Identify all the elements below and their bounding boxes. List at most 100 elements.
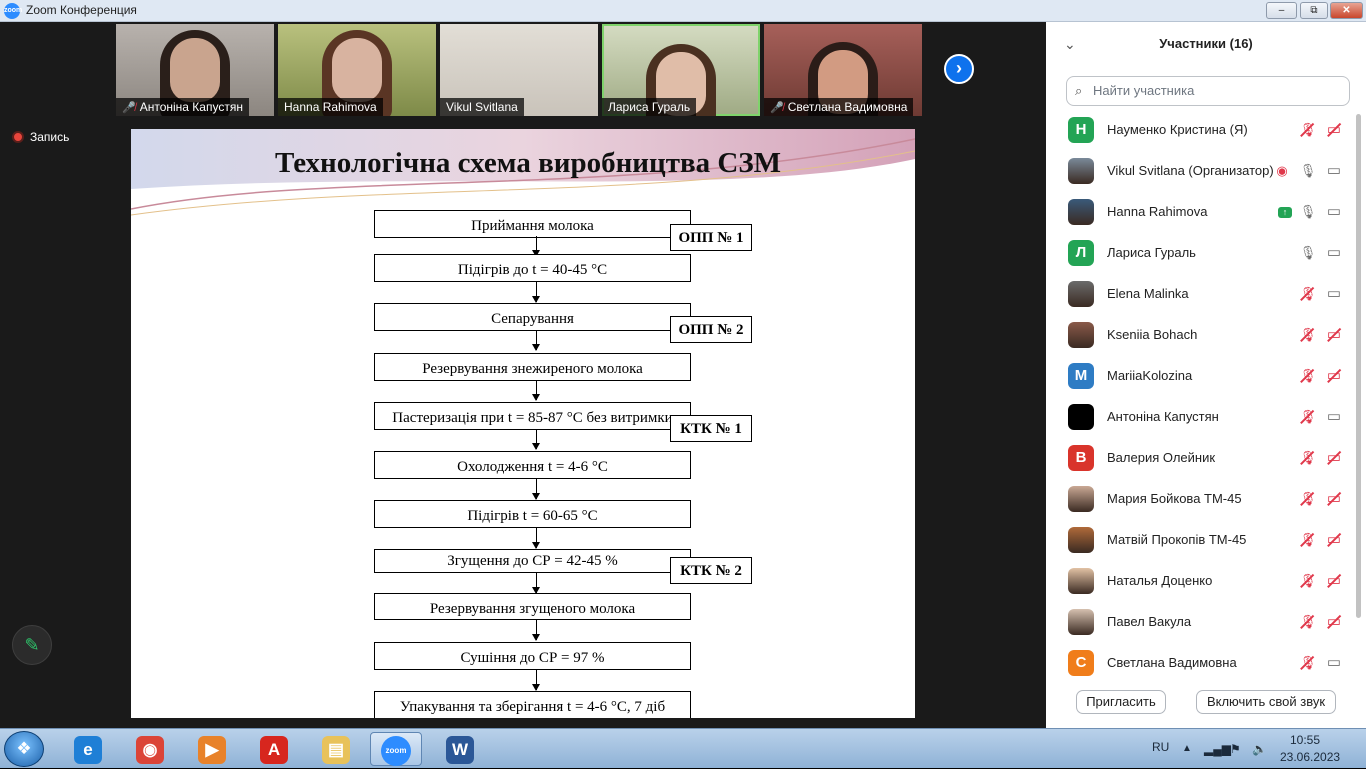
flow-step: Згущення до СР = 42-45 % [374,549,691,573]
mic-muted-icon[interactable]: 🎙 [1298,612,1318,632]
thumbnail-name: Светлана Вадимовна [787,100,908,114]
mic-muted-icon[interactable]: 🎙 [1298,448,1318,468]
mic-muted-icon[interactable]: 🎙 [1298,653,1318,673]
video-thumbnail[interactable]: 🎤̸ Светлана Вадимовна [764,24,922,116]
thumbnail-name: Vikul Svitlana [446,100,518,114]
participant-row[interactable]: Л Лариса Гураль 🎙 ▭ [1046,233,1356,274]
mic-muted-icon[interactable]: 🎙 [1298,366,1318,386]
language-indicator[interactable]: RU [1152,729,1169,769]
camera-icon[interactable]: ▭ [1324,407,1344,427]
thumbnail-name: Антоніна Капустян [139,100,243,114]
mic-muted-icon[interactable]: 🎙 [1298,571,1318,591]
explorer-folder-icon[interactable]: ▤ [310,732,362,766]
camera-off-icon[interactable]: ▭ [1324,612,1344,632]
minimize-button[interactable]: – [1266,2,1297,19]
flow-arrow [532,282,540,303]
flow-arrow [532,479,540,500]
camera-icon[interactable]: ▭ [1324,202,1344,222]
participant-row[interactable]: Антоніна Капустян 🎙 ▭ [1046,397,1356,438]
participant-row[interactable]: Павел Вакула 🎙 ▭ [1046,602,1356,643]
participant-row[interactable]: Elena Malinka 🎙 ▭ [1046,274,1356,315]
participant-row[interactable]: Мария Бойкова ТМ-45 🎙 ▭ [1046,479,1356,520]
mic-muted-icon[interactable]: 🎙 [1298,407,1318,427]
annotate-pencil-icon[interactable]: ✎ [12,625,52,665]
participant-name: Vikul Svitlana (Организатор) [1107,163,1274,178]
participant-name: Антоніна Капустян [1107,409,1219,424]
flow-arrow [532,528,540,549]
media-player-icon[interactable]: ▶ [186,732,238,766]
clock-time[interactable]: 10:55 [1290,733,1320,749]
restore-button[interactable]: ⧉ [1300,2,1328,19]
next-page-arrow-icon[interactable]: › [944,54,974,84]
close-button[interactable]: ✕ [1330,2,1363,19]
video-thumbnail[interactable]: Vikul Svitlana [440,24,598,116]
participants-scrollbar[interactable] [1356,114,1361,618]
participant-row[interactable]: Kseniia Bohach 🎙 ▭ [1046,315,1356,356]
participants-list: Н Науменко Кристина (Я) 🎙 ▭ Vikul Svitlana (… [1046,110,1356,684]
camera-off-icon[interactable]: ▭ [1324,571,1344,591]
volume-icon[interactable]: 🔈 [1252,729,1267,769]
action-center-icon[interactable]: ⚑ [1230,729,1241,769]
show-hidden-icons[interactable]: ▲ [1182,729,1192,769]
camera-off-icon[interactable]: ▭ [1324,448,1344,468]
mic-muted-icon[interactable]: 🎙 [1298,284,1318,304]
camera-off-icon[interactable]: ▭ [1324,489,1344,509]
camera-off-icon[interactable]: ▭ [1324,530,1344,550]
word-icon-glyph: W [446,735,474,764]
camera-off-icon[interactable]: ▭ [1324,120,1344,140]
mic-muted-icon[interactable]: 🎙 [1298,489,1318,509]
mic-icon[interactable]: 🎙 [1298,202,1318,222]
clock-date[interactable]: 23.06.2023 [1280,750,1340,766]
flow-step: Упакування та зберігання t = 4-6 °С, 7 д… [374,691,691,718]
zoom-icon[interactable]: zoom [370,732,422,766]
video-thumbnail-strip: 🎤̸ Антоніна Капустян Hanna Rahimova Vikul… [116,24,922,116]
mic-icon[interactable]: 🎙 [1298,243,1318,263]
mic-muted-icon[interactable]: 🎙 [1298,325,1318,345]
participant-search-input[interactable]: ⌕ Найти участника [1066,76,1350,106]
control-point-tag: ОПП № 2 [670,316,752,343]
video-thumbnail[interactable]: Hanna Rahimova [278,24,436,116]
mic-muted-icon: 🎤̸ [122,102,136,114]
acrobat-icon[interactable]: A [248,732,300,766]
participant-row[interactable]: Vikul Svitlana (Организатор) ◉ 🎙 ▭ [1046,151,1356,192]
camera-icon[interactable]: ▭ [1324,284,1344,304]
start-button[interactable]: ❖ [4,731,44,767]
invite-button[interactable]: Пригласить [1076,690,1166,714]
mic-icon[interactable]: 🎙 [1298,161,1318,181]
thumbnail-name: Hanna Rahimova [284,100,377,114]
participant-row[interactable]: С Светлана Вадимовна 🎙 ▭ [1046,643,1356,684]
participant-avatar [1068,609,1094,635]
unmute-self-button[interactable]: Включить свой звук [1196,690,1336,714]
participant-row[interactable]: Матвій Прокопів ТМ-45 🎙 ▭ [1046,520,1356,561]
camera-icon[interactable]: ▭ [1324,161,1344,181]
chrome-icon[interactable]: ◉ [124,732,176,766]
acrobat-icon-glyph: A [260,735,288,764]
window-title: Zoom Конференция [26,3,137,17]
participant-row[interactable]: Н Науменко Кристина (Я) 🎙 ▭ [1046,110,1356,151]
internet-explorer-icon[interactable]: e [62,732,114,766]
camera-off-icon[interactable]: ▭ [1324,366,1344,386]
participant-row[interactable]: В Валерия Олейник 🎙 ▭ [1046,438,1356,479]
thumbnail-nameplate: Vikul Svitlana [440,98,524,116]
word-icon[interactable]: W [434,732,486,766]
participant-row[interactable]: Hanna Rahimova ↑ 🎙 ▭ [1046,192,1356,233]
window-title-bar: zoom Zoom Конференция – ⧉ ✕ [0,0,1366,22]
participant-row[interactable]: M MariiaKolozina 🎙 ▭ [1046,356,1356,397]
participant-video-face [332,38,382,102]
shared-screen-slide: Технологічна схема виробництва СЗМ Прийм… [131,129,915,718]
thumbnail-nameplate: Лариса Гураль [602,98,697,116]
video-thumbnail[interactable]: 🎤̸ Антоніна Капустян [116,24,274,116]
thumbnail-nameplate: Hanna Rahimova [278,98,383,116]
control-point-tag: КТК № 1 [670,415,752,442]
mic-muted-icon[interactable]: 🎙 [1298,120,1318,140]
network-signal-icon[interactable]: ▂▄▆ [1204,729,1231,769]
participant-avatar [1068,199,1094,225]
mic-muted-icon[interactable]: 🎙 [1298,530,1318,550]
participant-row[interactable]: Наталья Доценко 🎙 ▭ [1046,561,1356,602]
video-thumbnail[interactable]: Лариса Гураль [602,24,760,116]
camera-off-icon[interactable]: ▭ [1324,325,1344,345]
flow-step: Резервування знежиреного молока [374,353,691,381]
camera-icon[interactable]: ▭ [1324,653,1344,673]
internet-explorer-icon-glyph: e [74,735,102,764]
camera-icon[interactable]: ▭ [1324,243,1344,263]
